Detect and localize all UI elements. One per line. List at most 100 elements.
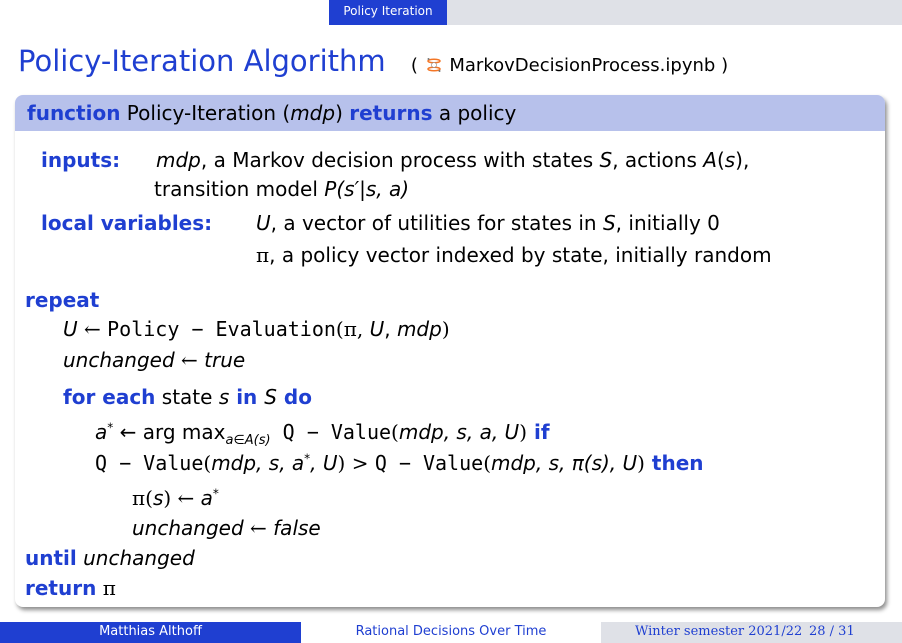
func-q-value: Q − Value <box>270 420 392 444</box>
footer-author: Matthias Althoff <box>0 622 301 643</box>
locals-pi: π <box>256 243 270 267</box>
args: mdp, s, <box>491 451 572 475</box>
inputs-desc-2: transition model P(s′|s, a) <box>154 177 409 201</box>
algo-line-4: a* ← arg maxa∈A(s) Q − Value(mdp, s, a, … <box>95 420 550 448</box>
comma: , <box>384 317 397 341</box>
var-unchanged: unchanged <box>132 516 244 540</box>
nav-section-tab[interactable]: Policy Iteration <box>329 0 447 25</box>
paren: ( <box>391 420 399 444</box>
inputs-A: A <box>703 148 717 172</box>
var-unchanged: unchanged <box>63 348 175 372</box>
func-policy-eval: Policy − Evaluation <box>107 317 336 341</box>
inputs-s: s <box>724 148 736 172</box>
algo-line-6: π(s) ← a* <box>132 486 219 510</box>
kw-returns: returns <box>349 101 433 125</box>
nav-right-area <box>447 0 902 25</box>
kw-in: in <box>229 385 265 409</box>
locals-U-text: , a vector of utilities for states in <box>270 211 603 235</box>
locals-label: local variables: <box>41 211 213 235</box>
gt: ) > <box>337 451 375 475</box>
kw-if: if <box>527 420 550 444</box>
footer-right: Winter semester 2021/22 28 / 31 <box>601 622 902 643</box>
algo-line-1: U ← Policy − Evaluation(π, U, mdp) <box>63 317 450 341</box>
inputs-text: , a Markov decision process with states <box>200 148 600 172</box>
arg-U: U <box>369 317 385 341</box>
algo-line-3: for each state s in S do <box>63 385 312 409</box>
inputs-S: S <box>599 148 613 172</box>
argmax: ← arg max <box>113 420 226 444</box>
argmax-sub: a∈A(s) <box>225 433 271 448</box>
star: * <box>212 486 219 501</box>
arrow: ← <box>243 516 274 540</box>
arg-mdp: mdp <box>396 317 442 341</box>
var-unchanged: unchanged <box>83 546 195 570</box>
inputs-paren: ( <box>716 148 725 172</box>
slide-title: Policy-Iteration Algorithm ( MarkovDecis… <box>18 44 728 78</box>
func-q-value: Q − Value <box>95 451 204 475</box>
inputs-mdp: mdp <box>156 148 201 172</box>
locals-U-line: U, a vector of utilities for states in S… <box>256 211 720 235</box>
notebook-paren-close: ) <box>721 55 729 76</box>
algo-line-5: Q − Value(mdp, s, a*, U) > Q − Value(mdp… <box>95 451 704 475</box>
locals-U-tail: , initially 0 <box>615 211 720 235</box>
val-false: false <box>273 516 321 540</box>
locals-S: S <box>602 211 616 235</box>
inputs-desc-1: mdp, a Markov decision process with stat… <box>156 148 749 172</box>
algo-line-7: unchanged ← false <box>132 516 321 540</box>
args-open: (π, <box>335 317 370 341</box>
kw-for-each: for each <box>63 385 156 409</box>
kw-function: function <box>27 101 121 125</box>
param-close: ) <box>335 101 343 125</box>
param-mdp: mdp <box>290 101 336 125</box>
algo-repeat: repeat <box>25 288 99 312</box>
var-a: a <box>95 420 108 444</box>
pi: π <box>102 576 116 600</box>
var-s: s <box>218 385 230 409</box>
transition-text: transition model <box>154 177 325 201</box>
locals-pi-text: , a policy vector indexed by state, init… <box>269 243 772 267</box>
algo-line-2: unchanged ← true <box>63 348 245 372</box>
kw-repeat: repeat <box>25 288 100 312</box>
args-close: ) <box>441 317 450 341</box>
inputs-paren-close: ), <box>735 148 750 172</box>
notebook-name: MarkovDecisionProcess.ipynb <box>449 55 716 76</box>
notebook-paren-open: ( <box>410 55 418 76</box>
var-s: s <box>152 486 164 510</box>
algorithm-header: function Policy-Iteration (mdp) returns … <box>15 95 885 131</box>
kw-do: do <box>276 385 312 409</box>
algo-return: return π <box>25 576 116 600</box>
footer-course: Rational Decisions Over Time <box>301 622 601 643</box>
args-pi: π(s), U <box>571 451 638 475</box>
footer: Matthias Althoff Rational Decisions Over… <box>0 622 902 643</box>
arrow: ← <box>77 317 108 341</box>
inputs-line: inputs: <box>41 148 120 172</box>
inputs-text-actions: , actions <box>612 148 704 172</box>
locals-U: U <box>256 211 271 235</box>
inputs-label: inputs: <box>41 148 121 172</box>
function-name: Policy-Iteration <box>126 101 277 125</box>
algorithm-block: function Policy-Iteration (mdp) returns … <box>15 95 885 607</box>
args: , U <box>310 451 338 475</box>
locals-pi-line: π, a policy vector indexed by state, ini… <box>256 243 772 267</box>
footer-page: 28 / 31 <box>809 624 855 639</box>
pi: π( <box>132 486 153 510</box>
kw-return: return <box>25 576 97 600</box>
transition-args: (s′|s, a) <box>336 177 410 201</box>
var-a: a <box>200 486 213 510</box>
top-navigation: Policy Iteration <box>0 0 902 25</box>
kw-until: until <box>25 546 77 570</box>
param-open: ( <box>276 101 291 125</box>
jupyter-icon <box>426 58 441 72</box>
text-state: state <box>155 385 219 409</box>
notebook-link[interactable]: ( MarkovDecisionProcess.ipynb ) <box>411 55 728 76</box>
func-q-value: Q − Value <box>374 451 484 475</box>
returns-text: a policy <box>438 101 517 125</box>
paren: ) <box>519 420 527 444</box>
arrow: ← <box>174 348 205 372</box>
locals-line: local variables: <box>41 211 212 235</box>
transition-P: P <box>324 177 337 201</box>
slide-title-text: Policy-Iteration Algorithm <box>18 44 386 78</box>
algo-until: until unchanged <box>25 546 195 570</box>
nav-left-area <box>0 0 329 25</box>
args: mdp, s, a, U <box>398 420 520 444</box>
